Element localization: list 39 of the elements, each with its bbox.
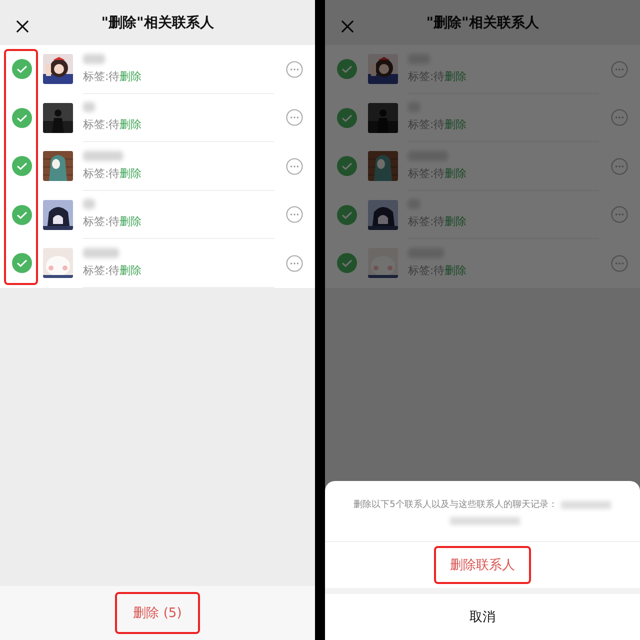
contact-tag: 标签:待删除 <box>83 68 274 84</box>
more-icon[interactable] <box>286 206 303 224</box>
screen-title: "删除"相关联系人 <box>426 14 539 32</box>
more-icon[interactable] <box>611 60 628 78</box>
contact-tag: 标签:待删除 <box>83 262 274 278</box>
cancel-button[interactable]: 取消 <box>325 594 640 640</box>
check-icon[interactable] <box>12 108 32 128</box>
contact-tag: 标签:待删除 <box>83 214 274 230</box>
more-icon[interactable] <box>611 254 628 272</box>
check-icon[interactable] <box>12 156 32 176</box>
more-icon[interactable] <box>611 206 628 224</box>
delete-contacts-button[interactable]: 删除联系人 <box>434 546 531 584</box>
check-icon[interactable] <box>337 253 357 274</box>
more-icon[interactable] <box>286 254 303 272</box>
more-icon[interactable] <box>611 158 628 175</box>
more-icon[interactable] <box>286 60 303 78</box>
delete-button[interactable]: 删除 (5) <box>115 592 200 634</box>
blurred-name <box>561 500 612 509</box>
check-icon[interactable] <box>12 59 32 80</box>
contact-tag: 标签:待删除 <box>83 166 274 181</box>
check-icon[interactable] <box>12 204 32 225</box>
check-icon[interactable] <box>337 108 357 128</box>
blurred-name <box>450 516 520 525</box>
screen-title: "删除"相关联系人 <box>101 14 214 32</box>
blurred-name <box>83 54 105 64</box>
more-icon[interactable] <box>286 109 303 126</box>
blurred-name <box>83 102 95 112</box>
contact-tag: 标签:待删除 <box>83 117 274 132</box>
check-icon[interactable] <box>337 204 357 225</box>
close-icon[interactable] <box>16 20 29 33</box>
more-icon[interactable] <box>286 158 303 175</box>
blurred-name <box>83 150 123 161</box>
sheet-message: 删除以下5个联系人以及与这些联系人的聊天记录： <box>354 500 558 510</box>
blurred-name <box>83 248 119 258</box>
more-icon[interactable] <box>611 109 628 126</box>
check-icon[interactable] <box>337 59 357 80</box>
check-icon[interactable] <box>337 156 357 176</box>
check-icon[interactable] <box>12 253 32 274</box>
blurred-name <box>83 199 95 210</box>
